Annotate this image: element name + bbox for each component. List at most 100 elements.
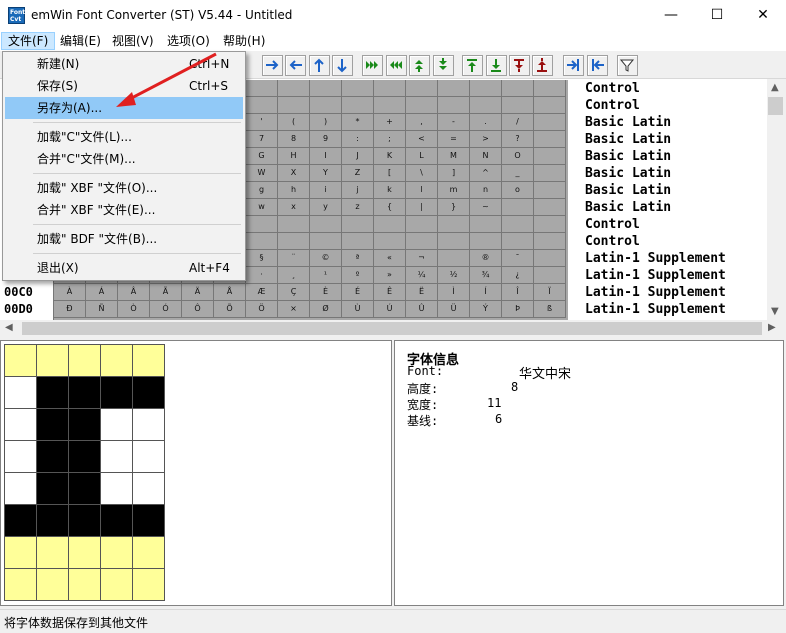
pixel-cell[interactable]	[69, 377, 101, 409]
glyph-cell[interactable]: Á	[86, 284, 118, 301]
glyph-cell[interactable]	[310, 233, 342, 250]
glyph-cell[interactable]	[278, 97, 310, 114]
glyph-cell[interactable]	[502, 233, 534, 250]
glyph-cell[interactable]	[470, 216, 502, 233]
pixel-cell[interactable]	[5, 441, 37, 473]
pixel-cell[interactable]	[69, 537, 101, 569]
glyph-cell[interactable]	[534, 165, 566, 182]
up-to-bar-icon[interactable]	[462, 55, 483, 76]
glyph-cell[interactable]: ®	[470, 250, 502, 267]
pixel-cell[interactable]	[37, 345, 69, 377]
glyph-cell[interactable]: Î	[502, 284, 534, 301]
glyph-cell[interactable]: Ë	[406, 284, 438, 301]
menu-item-merge-c[interactable]: 合并"C"文件(M)...	[5, 148, 243, 170]
glyph-cell[interactable]: ­	[438, 250, 470, 267]
glyph-cell[interactable]: +	[374, 114, 406, 131]
glyph-cell[interactable]: ]	[438, 165, 470, 182]
pixel-cell[interactable]	[101, 473, 133, 505]
fast-forward-icon[interactable]	[362, 55, 383, 76]
glyph-cell[interactable]: Í	[470, 284, 502, 301]
glyph-cell[interactable]	[278, 216, 310, 233]
pixel-cell[interactable]	[5, 345, 37, 377]
glyph-cell[interactable]	[310, 80, 342, 97]
red-down-to-bar-icon[interactable]	[509, 55, 530, 76]
glyph-cell[interactable]: Ò	[118, 301, 150, 318]
glyph-cell[interactable]	[534, 131, 566, 148]
menu-item-load-xbf[interactable]: 加载" XBF "文件(O)...	[5, 177, 243, 199]
vertical-scrollbar[interactable]	[767, 79, 784, 320]
pixel-cell[interactable]	[133, 537, 165, 569]
glyph-cell[interactable]: j	[342, 182, 374, 199]
scroll-left-icon[interactable]: ◀	[5, 322, 13, 333]
glyph-cell[interactable]: w	[246, 199, 278, 216]
glyph-cell[interactable]	[534, 80, 566, 97]
glyph-cell[interactable]: L	[406, 148, 438, 165]
glyph-cell[interactable]: »	[374, 267, 406, 284]
glyph-cell[interactable]	[246, 216, 278, 233]
glyph-cell[interactable]: ×	[278, 301, 310, 318]
double-up-icon[interactable]	[409, 55, 430, 76]
glyph-cell[interactable]: 7	[246, 131, 278, 148]
glyph-cell[interactable]: ½	[438, 267, 470, 284]
glyph-cell[interactable]	[534, 216, 566, 233]
glyph-cell[interactable]	[342, 233, 374, 250]
glyph-cell[interactable]	[246, 233, 278, 250]
glyph-cell[interactable]	[246, 97, 278, 114]
glyph-cell[interactable]: Þ	[502, 301, 534, 318]
glyph-cell[interactable]: Ì	[438, 284, 470, 301]
glyph-cell[interactable]	[502, 216, 534, 233]
glyph-cell[interactable]: ¬	[406, 250, 438, 267]
glyph-cell[interactable]: Y	[310, 165, 342, 182]
menu-item-merge-xbf[interactable]: 合并" XBF "文件(E)...	[5, 199, 243, 221]
pixel-cell[interactable]	[69, 569, 101, 601]
glyph-cell[interactable]: o	[502, 182, 534, 199]
app-icon[interactable]: Font Cvt	[8, 7, 25, 24]
glyph-cell[interactable]: m	[438, 182, 470, 199]
glyph-cell[interactable]	[406, 97, 438, 114]
red-up-to-bar-icon[interactable]	[532, 55, 553, 76]
pixel-cell[interactable]	[69, 505, 101, 537]
glyph-cell[interactable]	[406, 80, 438, 97]
glyph-cell[interactable]	[502, 199, 534, 216]
pixel-cell[interactable]	[133, 505, 165, 537]
glyph-cell[interactable]	[342, 97, 374, 114]
pixel-cell[interactable]	[37, 377, 69, 409]
glyph-cell[interactable]: G	[246, 148, 278, 165]
pixel-cell[interactable]	[133, 345, 165, 377]
glyph-cell[interactable]: g	[246, 182, 278, 199]
glyph-cell[interactable]: -	[438, 114, 470, 131]
maximize-button[interactable]: ☐	[694, 0, 740, 31]
glyph-cell[interactable]	[374, 97, 406, 114]
pixel-cell[interactable]	[133, 441, 165, 473]
glyph-cell[interactable]	[310, 216, 342, 233]
glyph-cell[interactable]: ^	[470, 165, 502, 182]
arrow-right-icon[interactable]	[262, 55, 283, 76]
glyph-cell[interactable]: z	[342, 199, 374, 216]
menu-options[interactable]: 选项(O)	[161, 32, 216, 50]
glyph-cell[interactable]: 9	[310, 131, 342, 148]
glyph-cell[interactable]: ¹	[310, 267, 342, 284]
glyph-cell[interactable]: Â	[118, 284, 150, 301]
horizontal-scroll-thumb[interactable]	[22, 322, 762, 335]
glyph-cell[interactable]: l	[406, 182, 438, 199]
glyph-cell[interactable]	[534, 97, 566, 114]
menu-edit[interactable]: 编辑(E)	[54, 32, 107, 50]
glyph-cell[interactable]	[534, 250, 566, 267]
glyph-cell[interactable]: Ç	[278, 284, 310, 301]
pixel-cell[interactable]	[133, 569, 165, 601]
glyph-cell[interactable]: n	[470, 182, 502, 199]
pixel-cell[interactable]	[37, 441, 69, 473]
glyph-cell[interactable]: \	[406, 165, 438, 182]
pixel-cell[interactable]	[133, 377, 165, 409]
glyph-cell[interactable]: Ï	[534, 284, 566, 301]
glyph-cell[interactable]: )	[310, 114, 342, 131]
vertical-scroll-thumb[interactable]	[768, 97, 783, 115]
pixel-cell[interactable]	[5, 473, 37, 505]
glyph-cell[interactable]	[502, 80, 534, 97]
glyph-cell[interactable]: ~	[470, 199, 502, 216]
glyph-cell[interactable]: k	[374, 182, 406, 199]
glyph-cell[interactable]	[470, 80, 502, 97]
glyph-cell[interactable]: «	[374, 250, 406, 267]
pixel-cell[interactable]	[69, 345, 101, 377]
glyph-cell[interactable]	[534, 114, 566, 131]
